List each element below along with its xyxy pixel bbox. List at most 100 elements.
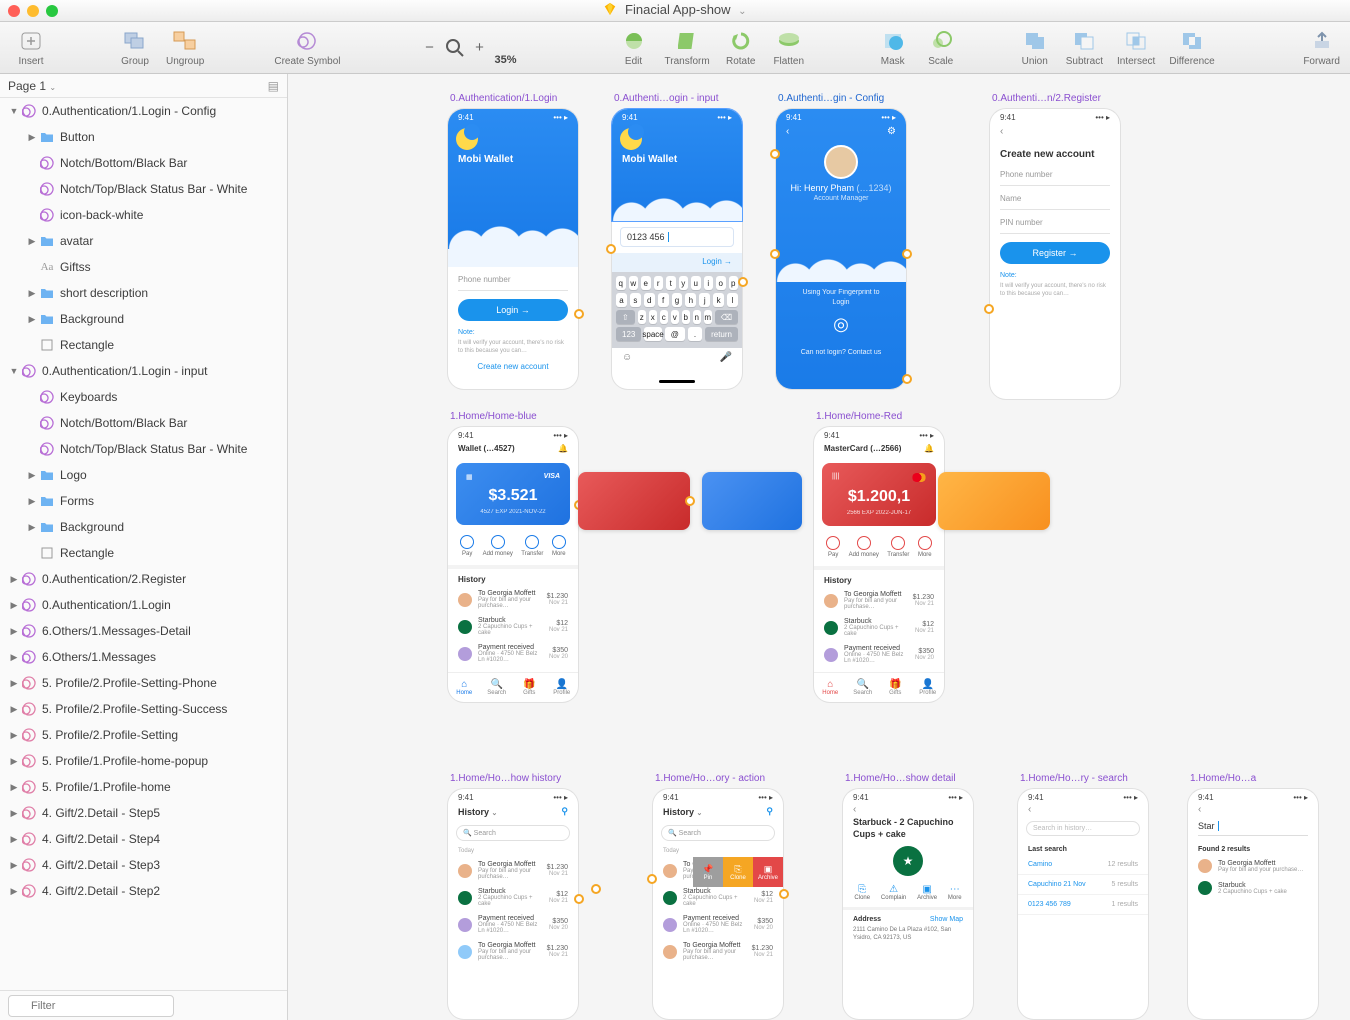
layer-row[interactable]: 5. Profile/1.Profile-home xyxy=(0,774,287,800)
intersect-button[interactable]: Intersect xyxy=(1117,29,1155,67)
rotate-button[interactable]: Rotate xyxy=(724,29,758,67)
tab-profile[interactable]: 👤Profile xyxy=(912,673,945,702)
artboard-hist-action[interactable]: 1.Home/Ho…ory - action 9:41••• ▸ History… xyxy=(653,789,783,1019)
tab-profile[interactable]: 👤Profile xyxy=(546,673,579,702)
artboard-label[interactable]: 0.Authenti…n/2.Register xyxy=(992,93,1101,104)
zoom-out-button[interactable]: − xyxy=(421,39,439,56)
tab-search[interactable]: 🔍Search xyxy=(481,673,514,702)
layer-row[interactable]: 4. Gift/2.Detail - Step4 xyxy=(0,826,287,852)
search-suggestion[interactable]: 0123 456 7891 results xyxy=(1018,895,1148,915)
swipe-action[interactable]: ⎘Clone xyxy=(723,857,753,887)
bell-icon[interactable]: 🔔 xyxy=(558,444,568,453)
quick-action[interactable]: More xyxy=(552,535,566,557)
artboard-hist-star[interactable]: 1.Home/Ho…a 9:41••• ▸ ‹ Star Found 2 res… xyxy=(1188,789,1318,1019)
insert-button[interactable]: Insert xyxy=(14,29,48,67)
wallet-card[interactable]: |||| $1.200,1 2566 EXP 2022-JUN-17 xyxy=(822,463,936,526)
fingerprint-icon[interactable]: ◎ xyxy=(776,314,906,335)
history-row[interactable]: Starbuck2 Capuchino Cups + cake$12Nov 21 xyxy=(448,884,578,911)
bell-icon[interactable]: 🔔 xyxy=(924,444,934,453)
layer-row[interactable]: 4. Gift/2.Detail - Step3 xyxy=(0,852,287,878)
layer-row[interactable]: 0.Authentication/1.Login xyxy=(0,592,287,618)
back-icon[interactable]: ‹ xyxy=(990,122,1120,141)
pin-input[interactable]: PIN number xyxy=(1000,218,1110,234)
tab-search[interactable]: 🔍Search xyxy=(847,673,880,702)
history-row[interactable]: Payment receivedOnline · 4750 NE Belz Ln… xyxy=(653,911,783,938)
layer-row[interactable]: Background xyxy=(0,514,287,540)
history-row[interactable]: Starbuck2 Capuchino Cups + cake$12Nov 21 xyxy=(814,614,944,641)
swipe-action[interactable]: 📌Pin xyxy=(693,857,723,887)
layer-row[interactable]: AaGiftss xyxy=(0,254,287,280)
swipe-action[interactable]: ▣Archive xyxy=(753,857,783,887)
layer-row[interactable]: Notch/Top/Black Status Bar - White xyxy=(0,436,287,462)
quick-action[interactable]: Pay xyxy=(460,535,474,557)
filter-icon[interactable]: ⚲ xyxy=(766,806,773,817)
artboard-register[interactable]: 0.Authenti…n/2.Register 9:41••• ▸ ‹ Crea… xyxy=(990,109,1120,399)
artboard-hist-detail[interactable]: 1.Home/Ho…show detail 9:41••• ▸ ‹ Starbu… xyxy=(843,789,973,1019)
layer-row[interactable]: 0.Authentication/1.Login - input xyxy=(0,358,287,384)
mask-button[interactable]: Mask xyxy=(876,29,910,67)
page-selector[interactable]: Page 1 ⌄ ▤ xyxy=(0,74,287,98)
artboard-home-blue[interactable]: 1.Home/Home-blue 9:41••• ▸ Wallet (…4527… xyxy=(448,427,578,702)
subtract-button[interactable]: Subtract xyxy=(1066,29,1103,67)
layer-row[interactable]: Keyboards xyxy=(0,384,287,410)
difference-button[interactable]: Difference xyxy=(1169,29,1214,67)
layer-row[interactable]: 5. Profile/2.Profile-Setting xyxy=(0,722,287,748)
history-row[interactable]: Payment receivedOnline · 4750 NE Belz Ln… xyxy=(448,911,578,938)
transform-button[interactable]: Transform xyxy=(665,29,710,67)
quick-action[interactable]: Add money xyxy=(483,535,513,557)
create-symbol-button[interactable]: Create Symbol xyxy=(274,29,340,67)
artboard-label[interactable]: 1.Home/Ho…ry - search xyxy=(1020,773,1128,784)
history-row[interactable]: To Georgia MoffettPay for bill and your … xyxy=(448,938,578,965)
history-row[interactable]: To Georgia MoffettPay for bill and your … xyxy=(1188,855,1318,877)
artboard-label[interactable]: 1.Home/Ho…how history xyxy=(450,773,561,784)
artboard-home-red[interactable]: 1.Home/Home-Red 9:41••• ▸ MasterCard (…2… xyxy=(814,427,944,702)
quick-action[interactable]: More xyxy=(918,536,932,558)
layer-row[interactable]: 5. Profile/2.Profile-Setting-Phone xyxy=(0,670,287,696)
edit-button[interactable]: Edit xyxy=(617,29,651,67)
layer-row[interactable]: 0.Authentication/1.Login - Config xyxy=(0,98,287,124)
history-row[interactable]: To Georgia MoffettPay for bill and your … xyxy=(448,857,578,884)
history-row[interactable]: To Georgia MoffettPay for bill and your … xyxy=(814,587,944,614)
history-row[interactable]: To Georgia MoffettPay for bill and your … xyxy=(653,857,783,884)
history-row[interactable]: Starbuck2 Capuchino Cups + cake$12Nov 21 xyxy=(653,884,783,911)
artboard-label[interactable]: 0.Authenti…ogin - input xyxy=(614,93,719,104)
gear-icon[interactable]: ⚙ xyxy=(887,126,896,137)
name-input[interactable]: Name xyxy=(1000,194,1110,210)
search-suggestion[interactable]: Capuchino 21 Nov5 results xyxy=(1018,875,1148,895)
artboard-label[interactable]: 1.Home/Home-blue xyxy=(450,411,537,422)
quick-action[interactable]: Pay xyxy=(826,536,840,558)
layer-row[interactable]: 4. Gift/2.Detail - Step2 xyxy=(0,878,287,904)
artboard-hist-search[interactable]: 1.Home/Ho…ry - search 9:41••• ▸ ‹ Search… xyxy=(1018,789,1148,1019)
filter-input[interactable] xyxy=(8,995,174,1017)
tab-home[interactable]: ⌂Home xyxy=(448,673,481,702)
layers-list[interactable]: 0.Authentication/1.Login - ConfigButton N… xyxy=(0,98,287,990)
layer-row[interactable]: Rectangle xyxy=(0,332,287,358)
tab-home[interactable]: ⌂Home xyxy=(814,673,847,702)
artboard-login-input[interactable]: 0.Authenti…ogin - input 9:41••• ▸ Mobi W… xyxy=(612,109,742,389)
history-row[interactable]: Starbuck2 Capuchino Cups + cake xyxy=(1188,877,1318,899)
layer-row[interactable]: 6.Others/1.Messages-Detail xyxy=(0,618,287,644)
search-suggestion[interactable]: Camino12 results xyxy=(1018,855,1148,875)
search-input[interactable]: 🔍 Search xyxy=(661,825,775,841)
back-icon[interactable]: ‹ xyxy=(786,126,789,137)
artboard-login-config[interactable]: 0.Authenti…gin - Config 9:41••• ▸ ‹⚙ Hi:… xyxy=(776,109,906,389)
floating-card-blue[interactable] xyxy=(702,472,802,530)
layer-row[interactable]: Notch/Top/Black Status Bar - White xyxy=(0,176,287,202)
history-row[interactable]: To Georgia MoffettPay for bill and your … xyxy=(653,938,783,965)
artboard-label[interactable]: 1.Home/Home-Red xyxy=(816,411,902,422)
layer-row[interactable]: icon-back-white xyxy=(0,202,287,228)
layer-row[interactable]: Button xyxy=(0,124,287,150)
quick-action[interactable]: Add money xyxy=(849,536,879,558)
history-row[interactable]: Starbuck2 Capuchino Cups + cake$12Nov 21 xyxy=(448,613,578,640)
union-button[interactable]: Union xyxy=(1018,29,1052,67)
layer-row[interactable]: Notch/Bottom/Black Bar xyxy=(0,410,287,436)
artboard-label[interactable]: 0.Authentication/1.Login xyxy=(450,93,557,104)
layer-row[interactable]: 5. Profile/1.Profile-home-popup xyxy=(0,748,287,774)
artboard-label[interactable]: 1.Home/Ho…a xyxy=(1190,773,1256,784)
history-row[interactable]: Payment receivedOnline · 4750 NE Belz Ln… xyxy=(814,641,944,668)
zoom-in-button[interactable]: + xyxy=(471,39,489,56)
layer-row[interactable]: Background xyxy=(0,306,287,332)
history-row[interactable]: Payment receivedOnline · 4750 NE Belz Ln… xyxy=(448,640,578,667)
group-button[interactable]: Group xyxy=(118,29,152,67)
canvas[interactable]: 0.Authentication/1.Login 9:41••• ▸ Mobi … xyxy=(288,74,1350,1020)
